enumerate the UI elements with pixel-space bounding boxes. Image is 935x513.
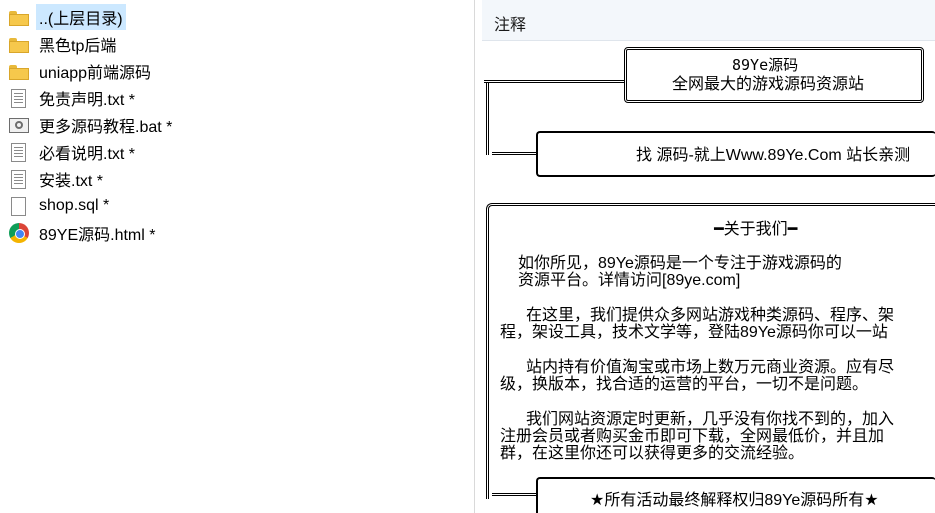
para2-line2: 程，架设工具，技术文学等，登陆89Ye源码你可以一站	[500, 324, 888, 341]
about-title: ━关于我们━	[714, 221, 798, 238]
text-file-icon	[8, 142, 30, 162]
banner-connector	[484, 80, 624, 83]
footer-line: ★所有活动最终解释权归89Ye源码所有★	[590, 492, 879, 509]
file-item-html[interactable]: 89YE源码.html *	[8, 220, 468, 246]
notes-title: 注释	[494, 17, 527, 34]
para2-line1: 在这里，我们提供众多网站游戏种类源码、程序、架	[526, 307, 895, 324]
file-label: 安装.txt *	[39, 173, 104, 190]
file-label: 免责声明.txt *	[39, 92, 136, 109]
file-item-txt[interactable]: 安装.txt *	[8, 166, 468, 192]
file-label: ..(上层目录)	[36, 4, 126, 30]
batch-file-icon	[8, 115, 30, 135]
chrome-icon	[8, 223, 30, 243]
footer-connector	[492, 493, 536, 496]
file-item-sql[interactable]: shop.sql *	[8, 193, 468, 219]
bracket-line	[486, 83, 494, 155]
para3-line2: 级，换版本，找合适的运营的平台，一切不是问题。	[500, 376, 869, 393]
file-item-parent-dir[interactable]: ..(上层目录)	[8, 4, 468, 30]
text-file-icon	[8, 169, 30, 189]
file-label: uniapp前端源码	[39, 65, 152, 82]
text-file-icon	[8, 88, 30, 108]
notes-text-area[interactable]: 89Ye源码 全网最大的游戏源码资源站 找 源码-就上Www.89Ye.Com …	[482, 41, 935, 513]
find-connector	[492, 152, 536, 155]
file-icon	[8, 196, 30, 216]
para4-line3: 群，在这里你还可以获得更多的交流经验。	[500, 445, 805, 462]
notes-header: 注释	[482, 0, 935, 41]
file-item-txt[interactable]: 必看说明.txt *	[8, 139, 468, 165]
folder-icon	[8, 34, 30, 54]
para1-line2: 资源平台。详情访问[89ye.com]	[518, 272, 741, 289]
banner-line1: 89Ye源码	[732, 56, 799, 74]
file-list-pane: ..(上层目录) 黑色tp后端 uniapp前端源码 免责声明.txt * 更多…	[0, 0, 475, 513]
para3-line1: 站内持有价值淘宝或市场上数万元商业资源。应有尽	[526, 359, 895, 376]
find-line: 找 源码-就上Www.89Ye.Com 站长亲测	[636, 147, 911, 164]
para1-line1: 如你所见，89Ye源码是一个专注于游戏源码的	[518, 255, 842, 272]
banner-line2: 全网最大的游戏源码资源站	[672, 76, 865, 93]
file-item-folder[interactable]: 黑色tp后端	[8, 31, 468, 57]
file-item-bat[interactable]: 更多源码教程.bat *	[8, 112, 468, 138]
folder-icon	[8, 61, 30, 81]
file-label: 89YE源码.html *	[39, 227, 156, 244]
notes-pane: 注释 89Ye源码 全网最大的游戏源码资源站 找 源码-就上Www.89Ye.C…	[482, 0, 935, 513]
file-label: 必看说明.txt *	[39, 146, 136, 163]
file-label: 黑色tp后端	[39, 38, 117, 55]
folder-icon	[8, 7, 30, 27]
para4-line1: 我们网站资源定时更新，几乎没有你找不到的，加入	[526, 411, 895, 428]
file-item-folder[interactable]: uniapp前端源码	[8, 58, 468, 84]
file-label: shop.sql *	[39, 197, 110, 214]
file-label: 更多源码教程.bat *	[39, 119, 173, 136]
file-item-txt[interactable]: 免责声明.txt *	[8, 85, 468, 111]
para4-line2: 注册会员或者购买金币即可下载，全网最低价，并且加	[500, 428, 885, 445]
